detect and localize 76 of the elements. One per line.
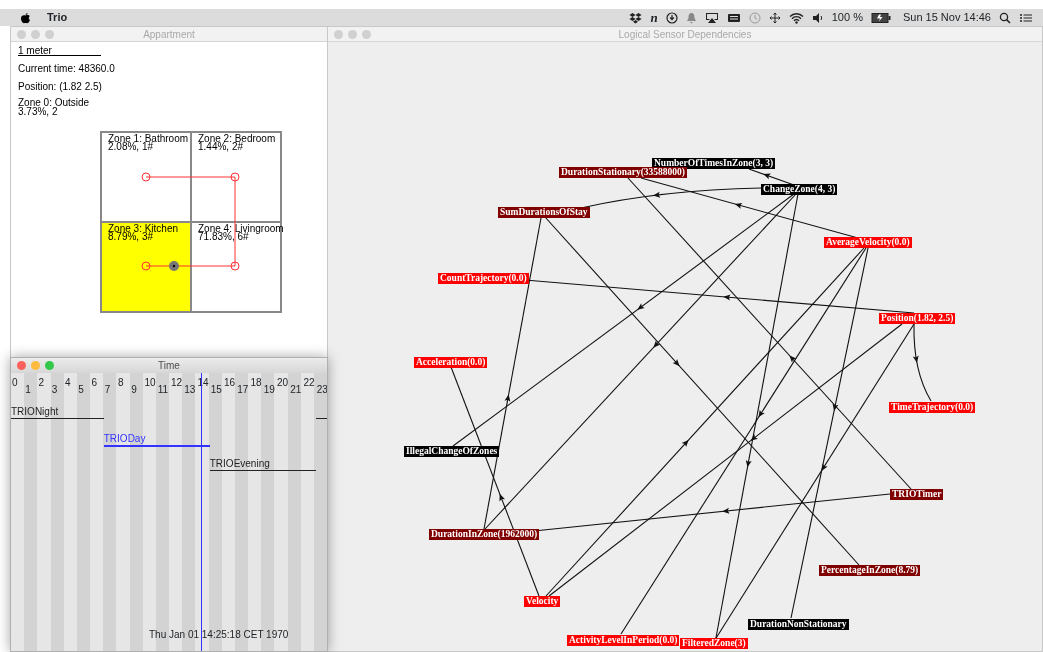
window-title: Logical Sensor Dependencies [618, 28, 752, 42]
hour-label: 6 [91, 378, 98, 388]
clock-icon[interactable] [665, 11, 678, 24]
date-text: Thu Jan 01 14:25:18 CET 1970 [149, 628, 289, 642]
hour-label: 21 [290, 385, 302, 395]
hour-label: 22 [303, 378, 315, 388]
zone-stats: 3.73%, 2 [18, 107, 58, 116]
graph-node[interactable]: AverageVelocity(0.0) [824, 237, 912, 248]
graph-node[interactable]: IllegalChangeOfZones [404, 446, 500, 457]
bell-icon[interactable] [685, 11, 697, 24]
battery-percent: 100 % [831, 10, 863, 26]
period-label[interactable]: TRIOEvening [209, 458, 270, 469]
zone-name: Zone 2: Bedroom [198, 135, 277, 143]
period-label[interactable]: TRIODay [103, 433, 146, 444]
graph-node[interactable]: PercentageInZone(8.79) [819, 565, 921, 576]
n-glyph[interactable]: n [650, 11, 658, 24]
hour-label: 18 [250, 378, 262, 388]
graph-node[interactable]: ActivityLevelInPeriod(0.0) [567, 635, 680, 646]
info-text: Current time: 48360.0 [18, 62, 116, 76]
period-label[interactable]: TRIONight [11, 406, 59, 417]
hour-label: 23 [316, 385, 327, 395]
graph-node[interactable]: DurationNonStationary [748, 619, 849, 630]
hour-label: 12 [171, 378, 183, 388]
hour-label: 16 [224, 378, 236, 388]
hour-label: 10 [144, 378, 156, 388]
graph-node[interactable]: TRIOTimer [890, 489, 944, 500]
hour-label: 3 [51, 385, 58, 395]
graph-node[interactable]: ChangeZone(4, 3) [761, 184, 838, 195]
search-icon[interactable] [999, 11, 1011, 24]
time-cursor[interactable] [200, 373, 202, 651]
scale-bar: 1 meter [18, 46, 101, 56]
hour-label: 20 [277, 378, 289, 388]
hour-label: 19 [263, 385, 275, 395]
menu-icon[interactable] [1019, 11, 1033, 24]
graph-node[interactable]: DurationStationary(33588000) [559, 167, 688, 178]
zone-stats: 71.83%, 6# [198, 233, 249, 241]
volume-icon[interactable] [811, 11, 824, 24]
graph-node[interactable]: TimeTrajectory(0.0) [889, 402, 976, 413]
zone-name: Zone 0: Outside [18, 98, 91, 107]
hour-label: 13 [184, 385, 196, 395]
graph-node[interactable]: Position(1.82, 2.5) [879, 313, 956, 324]
menu-clock[interactable]: Sun 15 Nov 14:46 [902, 9, 991, 26]
battery-icon[interactable] [870, 11, 891, 24]
graph-node[interactable]: FilteredZone(3) [680, 638, 748, 649]
zone-stats: 1.44%, 2# [198, 143, 244, 151]
logo-icon[interactable] [20, 11, 31, 24]
hour-label: 15 [210, 385, 222, 395]
hour-label: 11 [157, 385, 169, 395]
window-title: Appartment [143, 28, 195, 42]
card-icon[interactable] [726, 11, 741, 24]
display-icon[interactable] [704, 11, 719, 24]
graph-node[interactable]: DurationInZone(1962000) [429, 529, 540, 540]
graph-node[interactable]: Velocity [524, 596, 561, 607]
hour-label: 5 [78, 385, 84, 395]
hour-label: 4 [65, 378, 71, 388]
hour-label: 9 [131, 385, 137, 395]
graph-node[interactable]: CountTrajectory(0.0) [438, 273, 529, 284]
hour-label: 2 [38, 378, 45, 388]
hour-label: 1 [25, 385, 31, 395]
wifi-icon[interactable] [788, 11, 804, 24]
graph-node[interactable]: NumberOfTimesInZone(3, 3) [652, 158, 776, 169]
hour-label: 8 [118, 378, 124, 388]
window-title: Time [158, 359, 180, 373]
zone-stats: 2.08%, 1# [108, 143, 154, 151]
graph-node[interactable]: SumDurationsOfStay [498, 207, 590, 218]
hour-label: 7 [104, 385, 111, 395]
zone-name: Zone 1: Bathroom [108, 135, 190, 143]
hour-label: 17 [237, 385, 249, 395]
diamonds-icon[interactable] [629, 11, 643, 24]
zone-name: Zone 3: Kitchen [108, 225, 180, 233]
move-icon[interactable] [768, 11, 781, 24]
graph-node[interactable]: Acceleration(0.0) [414, 357, 488, 368]
hour-label: 0 [12, 378, 18, 388]
app-name[interactable]: Trio [47, 9, 68, 26]
zone-stats: 8.79%, 3# [108, 233, 154, 241]
info-text: Position: (1.82 2.5) [18, 80, 103, 94]
